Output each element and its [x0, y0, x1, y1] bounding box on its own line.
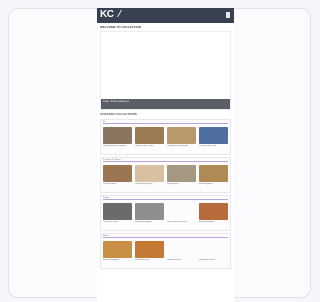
collection-title: Sculpture & Objects [103, 159, 228, 162]
collection-title: Art [103, 121, 228, 124]
collection-item[interactable]: Family photograph [135, 203, 164, 227]
collection-item[interactable]: Studio portrait of a woman [103, 127, 132, 151]
collection-title: People [103, 197, 228, 200]
item-caption: Letter from the archive [167, 221, 188, 223]
item-thumbnail[interactable] [103, 127, 132, 144]
collection-row: Portrait of a man Family photograph Letter… [103, 203, 228, 227]
collection-item[interactable]: Carved horse figure [135, 165, 164, 189]
item-caption: Group of men, 1890s [135, 145, 154, 147]
item-caption: Artist self portrait [199, 221, 215, 223]
collection-item[interactable]: Botanical painting [103, 241, 132, 265]
item-caption: Ceramic vessel [103, 183, 117, 185]
item-caption: Specimen notes [167, 259, 182, 261]
collection-item[interactable]: Ceramic vessel [103, 165, 132, 189]
item-thumbnail[interactable] [167, 165, 196, 182]
collection-block: Sculpture & Objects Ceramic vessel Carved … [100, 157, 231, 193]
item-thumbnail[interactable] [199, 203, 228, 220]
item-thumbnail[interactable] [103, 203, 132, 220]
collection-item[interactable]: Portrait of a man [103, 203, 132, 227]
collection-item[interactable]: Painting with landscape [167, 127, 196, 151]
item-caption: Botanical painting [103, 259, 119, 261]
hero-caption: Kate Yoda featured [101, 99, 230, 109]
item-caption: Bronze figurine [199, 183, 213, 185]
collection-item[interactable]: Figure statue [167, 165, 196, 189]
item-caption: Herbarium record [199, 259, 215, 261]
collection-item[interactable]: Herbarium record [199, 241, 228, 265]
welcome-title: Welcome to Collection [100, 25, 141, 29]
item-thumbnail[interactable] [103, 241, 132, 258]
hero-banner[interactable]: Kate Yoda featured [100, 31, 231, 110]
collection-block: People Portrait of a man Family photograph… [100, 195, 231, 231]
collection-item[interactable]: Specimen notes [167, 241, 196, 265]
item-thumbnail[interactable] [135, 203, 164, 220]
collections-list: Art Studio portrait of a woman Group of me… [97, 119, 234, 269]
item-thumbnail[interactable] [135, 127, 164, 144]
item-thumbnail[interactable] [135, 165, 164, 182]
item-thumbnail[interactable] [199, 165, 228, 182]
item-caption: Sea view with ships [199, 145, 217, 147]
mobile-page-preview: KC Welcome to Collection Kate Yoda featu… [97, 8, 234, 302]
item-caption: Painting with landscape [167, 145, 189, 147]
collection-item[interactable]: Bronze figurine [199, 165, 228, 189]
collection-item[interactable]: Group of men, 1890s [135, 127, 164, 151]
item-thumbnail[interactable] [199, 127, 228, 144]
item-caption: Studio portrait of a woman [103, 145, 127, 147]
top-bar: KC [97, 8, 234, 23]
collection-block: Art Studio portrait of a woman Group of me… [100, 119, 231, 155]
item-thumbnail[interactable] [167, 203, 196, 220]
collection-block: Nature Botanical painting Flowers and frui… [100, 233, 231, 269]
hamburger-icon[interactable] [226, 12, 230, 18]
collection-row: Ceramic vessel Carved horse figure Figure … [103, 165, 228, 189]
site-logo[interactable]: KC [100, 9, 123, 20]
item-caption: Family photograph [135, 221, 152, 223]
item-thumbnail[interactable] [167, 127, 196, 144]
collection-row: Botanical painting Flowers and fruit Speci… [103, 241, 228, 265]
collection-item[interactable]: Sea view with ships [199, 127, 228, 151]
item-thumbnail[interactable] [199, 241, 228, 258]
item-caption: Portrait of a man [103, 221, 118, 223]
collection-item[interactable]: Flowers and fruit [135, 241, 164, 265]
item-thumbnail[interactable] [135, 241, 164, 258]
collections-title: Curated Collections [100, 112, 137, 116]
item-thumbnail[interactable] [167, 241, 196, 258]
item-caption: Figure statue [167, 183, 179, 185]
collection-title: Nature [103, 235, 228, 238]
collection-row: Studio portrait of a woman Group of men, … [103, 127, 228, 151]
item-thumbnail[interactable] [103, 165, 132, 182]
collection-item[interactable]: Artist self portrait [199, 203, 228, 227]
collection-item[interactable]: Letter from the archive [167, 203, 196, 227]
item-caption: Carved horse figure [135, 183, 153, 185]
item-caption: Flowers and fruit [135, 259, 150, 261]
